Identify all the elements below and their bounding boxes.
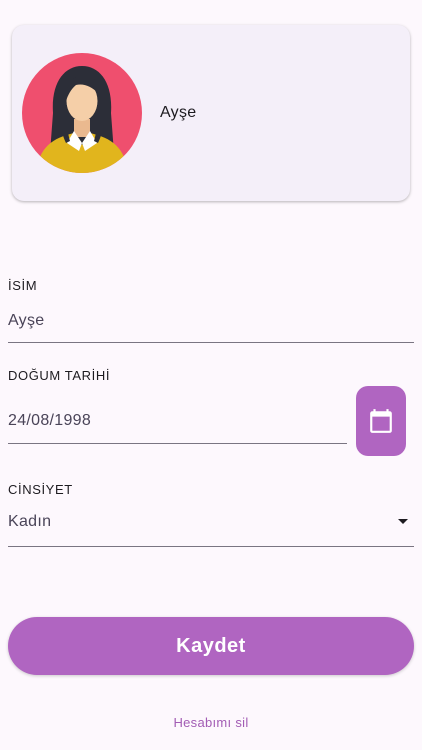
gender-field-label: CİNSİYET <box>8 482 73 497</box>
avatar <box>22 53 142 173</box>
name-input-underline <box>8 342 414 343</box>
gender-select[interactable]: Kadın <box>8 513 51 531</box>
name-input[interactable] <box>8 310 408 332</box>
save-button[interactable]: Kaydet <box>8 617 414 675</box>
birthdate-field-label: DOĞUM TARİHİ <box>8 368 111 383</box>
calendar-icon <box>370 409 392 433</box>
profile-card: Ayşe <box>12 25 410 201</box>
date-picker-button[interactable] <box>356 386 406 456</box>
delete-account-link[interactable]: Hesabımı sil <box>0 715 422 730</box>
woman-avatar-icon <box>22 53 142 173</box>
profile-name: Ayşe <box>160 104 197 121</box>
birthdate-input[interactable] <box>8 410 343 432</box>
gender-select-underline <box>8 546 414 547</box>
arrow-drop-down-icon[interactable] <box>398 519 408 524</box>
name-field-label: İSİM <box>8 278 38 293</box>
birthdate-input-underline <box>8 443 347 444</box>
